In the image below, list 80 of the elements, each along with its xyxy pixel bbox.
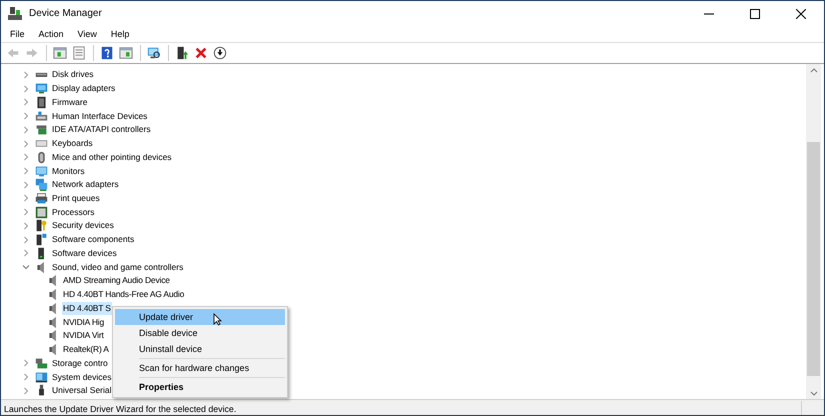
status-text: Launches the Update Driver Wizard for the selected device.: [3, 404, 238, 414]
chip-icon: [35, 96, 48, 109]
scroll-down-icon[interactable]: [810, 390, 818, 396]
expander-icon[interactable]: [22, 167, 30, 175]
expander-icon[interactable]: [22, 249, 30, 258]
menu-item[interactable]: Uninstall device: [115, 341, 285, 357]
disable-icon[interactable]: [213, 46, 227, 60]
menu-item[interactable]: Update driver: [115, 309, 285, 325]
menu-item[interactable]: File: [3, 29, 32, 39]
update-driver-icon[interactable]: [175, 46, 189, 60]
maximize-icon: [750, 8, 760, 18]
scroll-up-icon[interactable]: [810, 68, 818, 72]
tree-item[interactable]: HD 4.40BT S: [62, 302, 112, 315]
tree-item[interactable]: Mice and other pointing devices: [50, 150, 174, 164]
help-icon[interactable]: [100, 46, 114, 60]
menu-item[interactable]: Scan for hardware changes: [115, 360, 285, 376]
printer-icon: [35, 192, 48, 205]
tree-item[interactable]: Network adapters: [50, 178, 121, 192]
expander-icon[interactable]: [22, 126, 30, 134]
menu-item[interactable]: Properties: [115, 379, 285, 395]
tree-item[interactable]: Software devices: [50, 246, 119, 260]
menu-item[interactable]: View: [70, 29, 104, 39]
tree-item[interactable]: Sound, video and game controllers: [50, 260, 186, 274]
tree-item[interactable]: IDE ATA/ATAPI controllers: [50, 123, 153, 136]
display-adapter-icon: [35, 82, 48, 96]
expander-icon[interactable]: [22, 263, 30, 272]
expander-icon[interactable]: [22, 208, 30, 216]
tree-item[interactable]: Universal Serial: [50, 384, 114, 398]
expander-icon[interactable]: [22, 98, 30, 106]
controller-icon: [35, 123, 48, 136]
panel-icon[interactable]: [119, 46, 133, 60]
keyboard-device-icon: [35, 110, 48, 123]
tree-item[interactable]: System devices: [50, 370, 114, 384]
app-icon: [7, 6, 23, 22]
processor-icon: [35, 206, 48, 219]
tree-item[interactable]: AMD Streaming Audio Device: [62, 274, 171, 288]
tree-item[interactable]: Monitors: [50, 164, 87, 178]
tree-item[interactable]: Software components: [50, 233, 136, 246]
tree-item[interactable]: HD 4.40BT Hands-Free AG Audio: [62, 288, 186, 302]
panel-icon[interactable]: [53, 46, 67, 60]
tree-item[interactable]: Display adapters: [50, 82, 118, 96]
expander-icon[interactable]: [22, 153, 30, 162]
network-icon: [35, 178, 48, 192]
key-icon: [35, 219, 48, 232]
properties-icon[interactable]: [72, 46, 86, 60]
expander-icon[interactable]: [22, 236, 30, 244]
tree-item[interactable]: Processors: [50, 206, 97, 219]
expander-icon[interactable]: [22, 84, 30, 93]
expander-icon[interactable]: [22, 222, 30, 230]
expander-icon[interactable]: [22, 180, 30, 189]
tree-item[interactable]: Keyboards: [50, 137, 95, 150]
menu-item[interactable]: Disable device: [115, 325, 285, 341]
uninstall-icon[interactable]: [194, 46, 208, 60]
storage-icon: [35, 356, 48, 370]
tree-item[interactable]: NVIDIA Virt: [62, 329, 105, 342]
menu-item[interactable]: Help: [104, 29, 136, 39]
computer-icon: [35, 370, 48, 384]
expander-icon[interactable]: [22, 112, 30, 120]
window-title: Device Manager: [29, 8, 102, 19]
tree-item[interactable]: NVIDIA Hig: [62, 316, 105, 329]
cursor-icon: [213, 313, 222, 326]
tree-item[interactable]: Print queues: [50, 192, 102, 205]
expander-icon[interactable]: [22, 359, 30, 368]
monitor-search-icon[interactable]: [147, 46, 161, 60]
scrollbar[interactable]: [806, 64, 821, 399]
menu-item[interactable]: Action: [32, 29, 71, 39]
component-icon: [35, 233, 48, 246]
tree-item[interactable]: Human Interface Devices: [50, 110, 150, 123]
expander-icon[interactable]: [22, 70, 30, 79]
tree-item[interactable]: Realtek(R) A: [62, 343, 110, 356]
tree-item[interactable]: Security devices: [50, 219, 116, 232]
expander-icon[interactable]: [22, 194, 30, 202]
expander-icon[interactable]: [22, 386, 30, 395]
monitor-icon: [35, 164, 48, 178]
tree-item[interactable]: Disk drives: [50, 68, 96, 82]
expander-icon[interactable]: [22, 373, 30, 382]
close-icon: [796, 8, 806, 18]
tree-item[interactable]: Storage contro: [50, 356, 110, 370]
tree-item[interactable]: Firmware: [50, 96, 90, 109]
expander-icon[interactable]: [22, 140, 30, 148]
